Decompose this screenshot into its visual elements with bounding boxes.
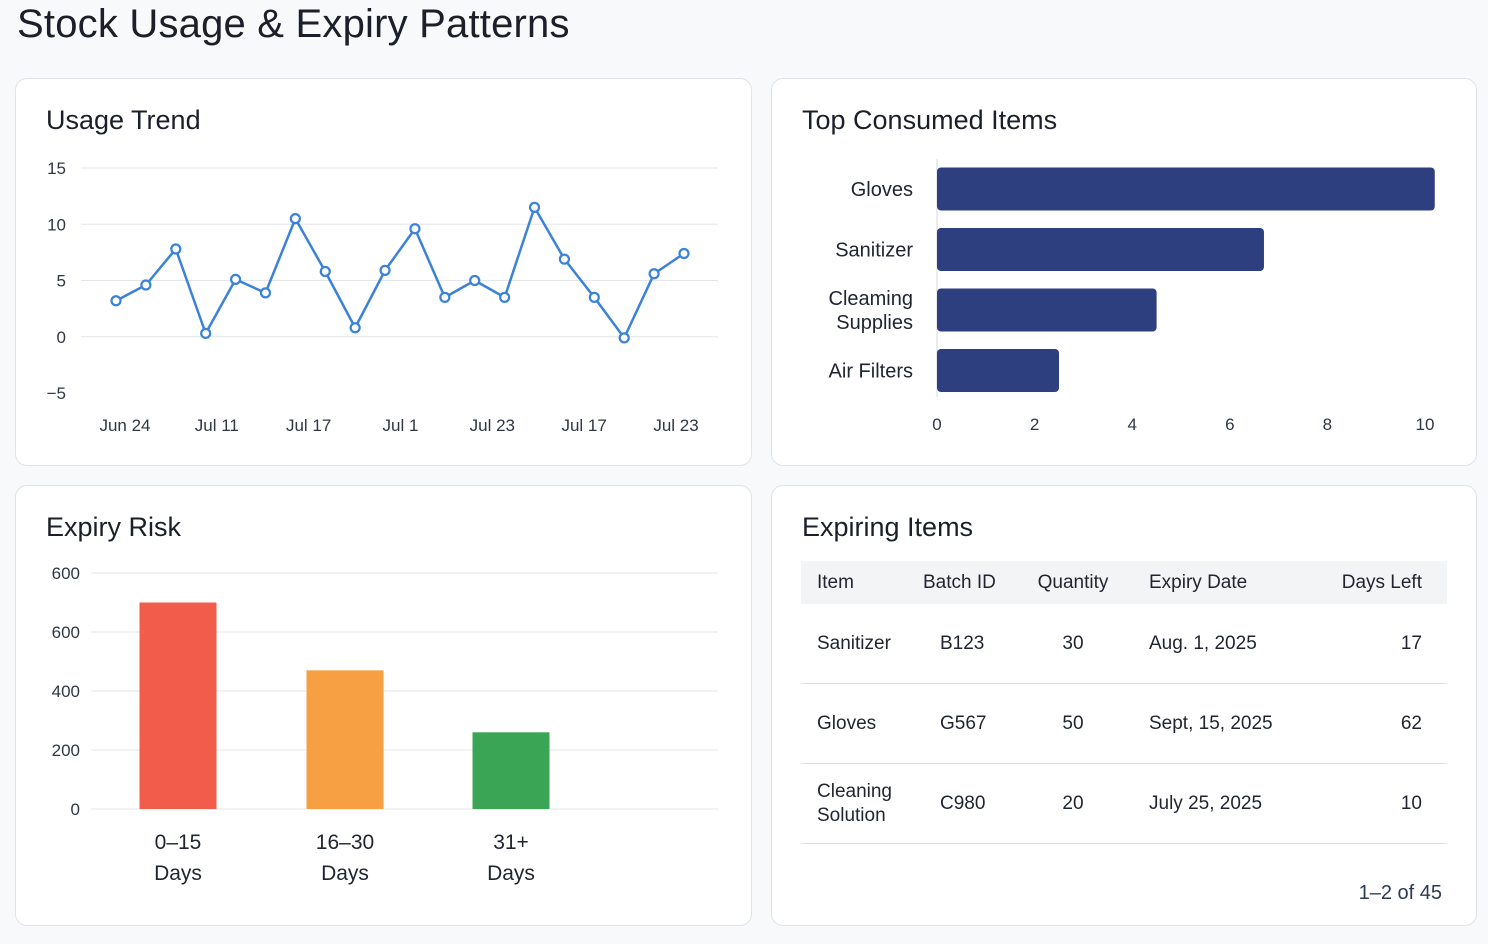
bar-2 (472, 732, 550, 809)
cell-quantity: 50 (1062, 712, 1084, 734)
pagination-info: 1–2 of 45 (1358, 882, 1442, 904)
data-point (678, 247, 690, 260)
table-row[interactable]: Sanitizer B123 30 Aug. 1, 2025 17 (801, 604, 1447, 684)
y-tick-label: 5 (57, 272, 66, 291)
category-label: 16–30 (316, 831, 374, 854)
cell-quantity: 30 (1062, 632, 1084, 654)
table-body: Sanitizer B123 30 Aug. 1, 2025 17 Gloves G567 5… (801, 604, 1447, 844)
category-label: Days (321, 862, 369, 885)
data-point (289, 213, 301, 225)
cell-quantity: 20 (1062, 792, 1084, 814)
table-row[interactable]: Gloves G567 50 Sept, 15, 2025 62 (801, 684, 1447, 764)
expiry-risk-card: Expiry Risk 600 600 400 200 0 0–15 Days 16–30 Da… (15, 485, 752, 926)
cell-batch-id: C980 (940, 792, 986, 814)
category-label: 0–15 (155, 831, 202, 854)
category-label: 31+ (493, 831, 529, 854)
y-tick-label: 15 (47, 159, 66, 178)
cell-expiry-date: Sept, 15, 2025 (1149, 712, 1273, 734)
y-tick-label: 600 (52, 564, 80, 583)
cell-expiry-date: Aug. 1, 2025 (1149, 632, 1257, 654)
top-consumed-card: Top Consumed Items 0 2 4 6 8 10 Gloves Sanitize… (771, 78, 1477, 466)
usage-trend-chart: 15 10 5 0 −5 Jun 24 Jul 11 Jul 17 Jul 1 Jul 23 Jul… (47, 159, 718, 435)
y-tick-label: 10 (47, 215, 66, 234)
y-tick-label: 0 (71, 800, 80, 819)
x-tick-label: Jul 1 (383, 416, 419, 435)
cell-batch-id: G567 (940, 712, 987, 734)
column-header-item[interactable]: Item (801, 572, 907, 594)
y-tick-label: 600 (52, 623, 80, 642)
column-header-batch-id[interactable]: Batch ID (907, 572, 1013, 594)
x-tick-label: Jul 23 (470, 416, 515, 435)
x-tick-label: Jul 17 (286, 416, 331, 435)
x-tick-label: Jul 23 (653, 416, 698, 435)
cell-batch-id: B123 (940, 632, 985, 654)
x-tick-label: Jun 24 (99, 416, 150, 435)
column-header-quantity[interactable]: Quantity (1013, 572, 1133, 594)
data-point (499, 291, 511, 303)
expiring-items-card: Expiring Items Item Batch ID Quantity Ex… (771, 485, 1477, 926)
cell-expiry-date: July 25, 2025 (1149, 792, 1263, 814)
category-label: Air Filters (829, 361, 913, 383)
cell-item: Cleaning Solution (817, 780, 892, 826)
data-point (349, 322, 361, 334)
y-tick-label: 200 (52, 741, 80, 760)
bar-sanitizer (937, 228, 1264, 271)
category-label: Supplies (836, 312, 913, 334)
table-header: Item Batch ID Quantity Expiry Date Days … (801, 561, 1447, 604)
data-point (528, 201, 541, 213)
data-point (588, 291, 600, 303)
category-label: Days (154, 862, 202, 885)
x-tick-label: 2 (1030, 415, 1039, 434)
data-point (439, 291, 451, 303)
data-point (140, 279, 152, 291)
y-tick-label: 400 (52, 682, 80, 701)
category-label: Cleaming (829, 288, 913, 310)
cell-item: Sanitizer (817, 632, 891, 654)
cell-item: Gloves (817, 712, 877, 734)
cell-days-left: 10 (1400, 792, 1422, 814)
table-row[interactable]: Cleaning Solution C980 20 July 25, 2025 10 (801, 764, 1447, 844)
x-tick-label: Jul 17 (561, 416, 606, 435)
y-tick-label: 0 (57, 328, 66, 347)
column-header-days-left[interactable]: Days Left (1313, 572, 1447, 594)
bar-0 (139, 602, 217, 809)
category-label: Gloves (851, 179, 913, 201)
x-tick-label: 10 (1416, 415, 1435, 434)
x-tick-label: 6 (1225, 415, 1234, 434)
x-tick-label: Jul 11 (195, 416, 239, 435)
category-label: Sanitizer (835, 240, 913, 262)
data-point (379, 264, 391, 276)
data-point (409, 223, 421, 235)
data-point (110, 295, 122, 307)
x-tick-label: 4 (1127, 415, 1136, 434)
data-point (229, 273, 242, 285)
y-tick-label: −5 (47, 384, 66, 403)
x-tick-label: 8 (1323, 415, 1332, 434)
column-header-expiry-date[interactable]: Expiry Date (1133, 572, 1313, 594)
cell-days-left: 17 (1400, 632, 1422, 654)
bar-air-filters (937, 349, 1059, 392)
data-point (618, 332, 630, 344)
usage-trend-card: Usage Trend 15 10 5 0 −5 Jun 24 Jul 11 Jul 17 Ju… (15, 78, 752, 466)
data-point (259, 287, 272, 299)
cell-days-left: 62 (1400, 712, 1422, 734)
category-label: Days (487, 862, 535, 885)
expiry-risk-chart: 600 600 400 200 0 0–15 Days 16–30 Days 31+ Days (52, 564, 718, 885)
page-title: Stock Usage & Expiry Patterns (17, 2, 570, 46)
expiring-items-table: Item Batch ID Quantity Expiry Date Days … (801, 561, 1447, 844)
data-point (200, 327, 212, 339)
usage-line (115, 206, 685, 340)
top-consumed-chart: 0 2 4 6 8 10 Gloves Sanitizer CleamingSupplies Ai… (829, 159, 1435, 434)
data-point (319, 265, 331, 278)
expiring-items-title: Expiring Items (802, 512, 974, 542)
data-point (469, 274, 481, 287)
data-point (558, 253, 571, 265)
bar-gloves (937, 167, 1435, 211)
bar-cleaming-supplies (937, 288, 1157, 332)
data-point (170, 243, 182, 255)
x-tick-label: 0 (932, 415, 941, 434)
data-point (648, 268, 660, 280)
bar-1 (306, 670, 384, 809)
